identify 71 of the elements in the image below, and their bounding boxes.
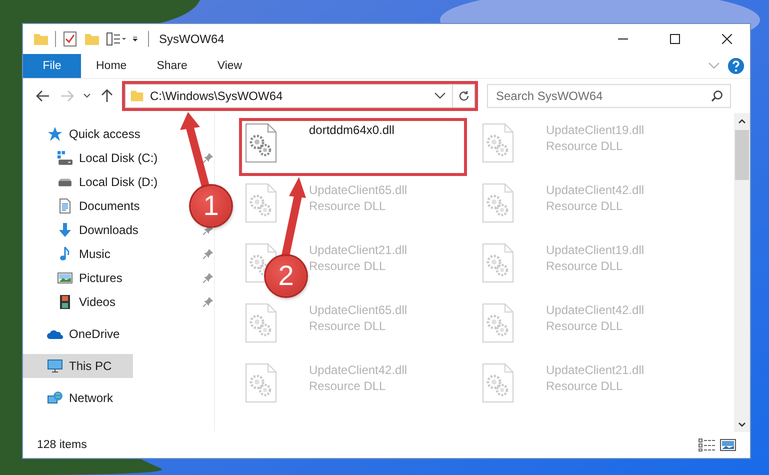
- file-type: Resource DLL: [309, 319, 387, 333]
- scroll-thumb[interactable]: [735, 130, 749, 180]
- step-badge: 1: [191, 186, 231, 226]
- pin-icon[interactable]: [203, 153, 213, 163]
- item-count: 128 items: [37, 439, 88, 451]
- settings-file-icon: [482, 303, 514, 343]
- window-title: SysWOW64: [159, 32, 226, 46]
- settings-file-icon: [245, 123, 277, 163]
- minimize-icon[interactable]: [618, 38, 628, 40]
- file-type: Resource DLL: [546, 139, 624, 153]
- monitor-icon: [47, 358, 63, 374]
- settings-file-icon: [482, 183, 514, 223]
- scroll-down-icon[interactable]: [738, 422, 746, 426]
- refresh-icon[interactable]: [458, 90, 470, 102]
- film-icon: [57, 294, 73, 310]
- settings-file-icon: [245, 303, 277, 343]
- sidebar-item[interactable]: OneDrive: [23, 322, 126, 346]
- star-icon: [47, 126, 63, 142]
- search-icon[interactable]: [711, 90, 723, 102]
- up-arrow-icon[interactable]: [101, 89, 113, 103]
- sidebar-item[interactable]: Local Disk (D:): [23, 170, 164, 194]
- list-icon[interactable]: [106, 31, 126, 47]
- drive-icon: [58, 178, 72, 186]
- close-icon[interactable]: [722, 34, 732, 44]
- step-badge: 2: [266, 256, 306, 296]
- help-icon[interactable]: [728, 58, 744, 74]
- pin-icon[interactable]: [203, 273, 213, 283]
- sidebar-item[interactable]: This PC: [23, 354, 133, 378]
- download-arrow-icon: [57, 222, 73, 238]
- file-type: Resource DLL: [546, 199, 624, 213]
- address-field[interactable]: C:\Windows\SysWOW64: [125, 84, 475, 108]
- pin-icon[interactable]: [203, 249, 213, 259]
- sidebar-item[interactable]: Videos: [23, 290, 122, 314]
- folder-icon: [130, 89, 144, 103]
- settings-file-icon: [245, 363, 277, 403]
- settings-file-icon: [482, 243, 514, 283]
- file-type: Resource DLL: [546, 259, 624, 273]
- ribbon-tab[interactable]: Share: [142, 54, 202, 78]
- settings-file-icon: [482, 123, 514, 163]
- file-type: Resource DLL: [309, 259, 387, 273]
- sidebar-item[interactable]: Music: [23, 242, 116, 266]
- pin-icon[interactable]: [203, 297, 213, 307]
- large-icons-view-button[interactable]: [718, 438, 738, 452]
- file-type: Resource DLL: [546, 319, 624, 333]
- document-icon: [57, 198, 73, 214]
- file-type: Resource DLL: [309, 199, 387, 213]
- back-arrow-icon[interactable]: [36, 90, 50, 102]
- file-name[interactable]: dortddm64x0.dll: [309, 123, 394, 137]
- ribbon-tab[interactable]: Home: [81, 54, 142, 78]
- sidebar-item[interactable]: Downloads: [23, 218, 144, 242]
- search-field[interactable]: Search SysWOW64: [487, 84, 731, 108]
- ribbon-tab[interactable]: View: [202, 54, 258, 78]
- details-view-button[interactable]: [696, 438, 718, 452]
- network-icon: [47, 390, 63, 406]
- maximize-icon[interactable]: [670, 34, 680, 44]
- sidebar-item[interactable]: Quick access: [23, 122, 146, 146]
- settings-file-icon: [245, 183, 277, 223]
- scrollbar[interactable]: [734, 113, 750, 432]
- chevron-down-icon[interactable]: [83, 93, 91, 99]
- sidebar-item[interactable]: Documents: [23, 194, 146, 218]
- drive-icon: [57, 150, 73, 166]
- picture-icon: [57, 270, 73, 286]
- sidebar-item[interactable]: Local Disk (C:): [23, 146, 164, 170]
- scroll-up-icon[interactable]: [738, 118, 746, 124]
- file-type: Resource DLL: [309, 379, 387, 393]
- properties-icon[interactable]: [62, 31, 78, 47]
- dropdown-icon[interactable]: [434, 92, 446, 100]
- sidebar-item[interactable]: Network: [23, 386, 120, 410]
- sidebar-item[interactable]: Pictures: [23, 266, 128, 290]
- file-type: Resource DLL: [546, 379, 624, 393]
- settings-file-icon: [482, 363, 514, 403]
